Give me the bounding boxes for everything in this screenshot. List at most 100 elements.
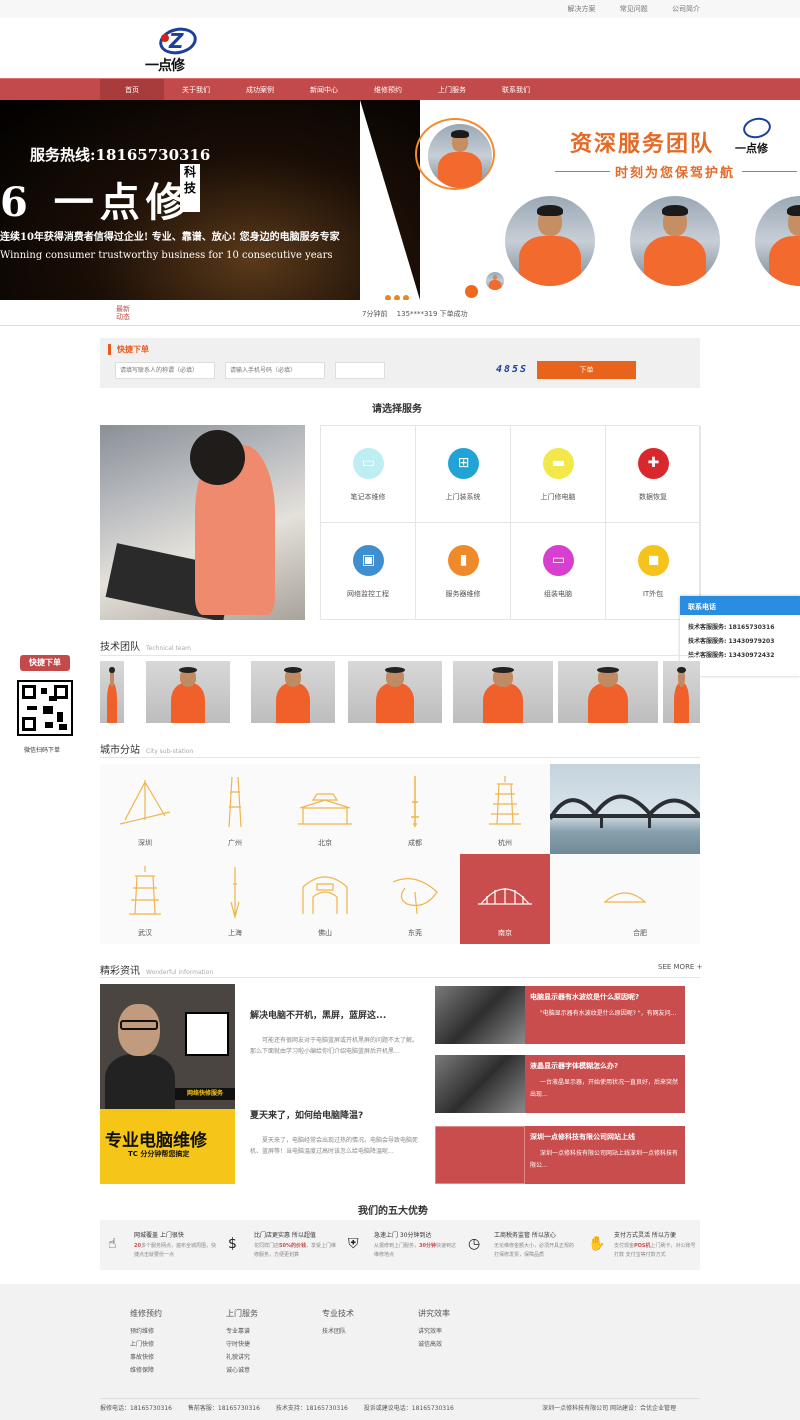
city-item[interactable]: 武汉 bbox=[100, 854, 190, 944]
footer-link[interactable]: 礼貌讲究 bbox=[226, 1352, 258, 1361]
top-link[interactable]: 公司简介 bbox=[672, 5, 700, 13]
city-item[interactable]: 上海 bbox=[190, 854, 280, 944]
footer-phone: 售前客服：18165730316 bbox=[187, 1405, 260, 1412]
article-title[interactable]: 解决电脑不开机，黑屏，蓝屏这... bbox=[250, 1008, 420, 1021]
captcha-image[interactable]: 485S bbox=[496, 364, 528, 375]
top-link[interactable]: 解决方案 bbox=[568, 5, 596, 13]
team-member-photo[interactable] bbox=[100, 661, 124, 723]
footer-column-title: 维修预约 bbox=[130, 1309, 162, 1318]
repair-advert[interactable]: 网络快修服务 专业电脑维修 TC 分分钟帮您搞定 bbox=[100, 984, 235, 1184]
side-quick-order-badge[interactable]: 快捷下单 bbox=[20, 655, 70, 671]
footer-link[interactable]: 事故快修 bbox=[130, 1352, 162, 1361]
advantage-title: 工商税务监管 所以放心 bbox=[494, 1232, 556, 1239]
top-link[interactable]: 常见问题 bbox=[620, 5, 648, 13]
city-item[interactable]: 合肥 bbox=[580, 854, 700, 944]
city-item[interactable]: 佛山 bbox=[280, 854, 370, 944]
nav-item-cases[interactable]: 成功案例 bbox=[228, 79, 292, 101]
city-item[interactable]: 深圳 bbox=[100, 764, 190, 854]
team-member-photo[interactable] bbox=[663, 661, 700, 723]
hero-banner[interactable]: 服务热线:18165730316 6 一点修 科技 连续10年获得消费者信得过企… bbox=[0, 100, 800, 300]
news-article[interactable]: 解决电脑不开机，黑屏，蓝屏这... 可能还有很网友对于电脑蓝屏或开机黑屏的问题不… bbox=[250, 1008, 420, 1057]
monitor-icon: ▣ bbox=[353, 545, 384, 576]
nav-item-contact[interactable]: 联系我们 bbox=[484, 79, 548, 101]
see-more-link[interactable]: SEE MORE + bbox=[658, 963, 702, 971]
nav-item-news[interactable]: 新闻中心 bbox=[292, 79, 356, 101]
footer-phone: 技术支持：18165730316 bbox=[275, 1405, 348, 1412]
quick-order-form: 快捷下单 485S 下单 bbox=[100, 338, 700, 388]
city-landmark-icon bbox=[129, 866, 161, 915]
footer-link[interactable]: 守时快捷 bbox=[226, 1339, 258, 1348]
advantage-title: 急速上门 30分钟到达 bbox=[374, 1232, 432, 1239]
nav-item-home[interactable]: 首页 bbox=[100, 79, 164, 101]
footer-column: 专业技术 技术团队 bbox=[322, 1308, 354, 1339]
banner-logo: 一点修 bbox=[735, 115, 780, 156]
city-item[interactable]: 杭州 bbox=[460, 764, 550, 854]
team-member-photo[interactable] bbox=[558, 661, 658, 723]
team-member-photo[interactable] bbox=[251, 661, 335, 723]
header: Z 一点修 bbox=[0, 18, 800, 78]
banner-cut bbox=[360, 100, 420, 300]
footer-link[interactable]: 专业靠谱 bbox=[226, 1326, 258, 1335]
service-item[interactable]: ▬ 上门修电脑 bbox=[511, 426, 606, 523]
footer-link[interactable]: 技术团队 bbox=[322, 1326, 354, 1335]
news-card[interactable]: 电脑显示器有水波纹是什么原因呢? "电脑显示器有水波纹是什么原因呢? "，有网友… bbox=[435, 986, 685, 1044]
service-item[interactable]: ▮ 服务器维修 bbox=[416, 523, 511, 620]
footer-link[interactable]: 上门快修 bbox=[130, 1339, 162, 1348]
footer-link[interactable]: 讲究效率 bbox=[418, 1326, 450, 1335]
banner-dots[interactable] bbox=[385, 286, 412, 300]
captcha-input[interactable] bbox=[335, 362, 385, 379]
city-item[interactable]: 北京 bbox=[280, 764, 370, 854]
logo-z: Z bbox=[169, 29, 184, 53]
pay-icon: ✋ bbox=[588, 1236, 606, 1252]
city-label: 杭州 bbox=[498, 839, 512, 847]
news-card[interactable]: 液晶显示器字体模糊怎么办? 一台液晶显示器，开始使用状况一直良好，后来突然出现.… bbox=[435, 1055, 685, 1113]
contact-phone[interactable]: 技术客服服务: 18165730316 bbox=[680, 621, 800, 635]
footer-link[interactable]: 预约维修 bbox=[130, 1326, 162, 1335]
news-card-title[interactable]: 液晶显示器字体模糊怎么办? bbox=[530, 1061, 680, 1071]
team-member-photo[interactable] bbox=[146, 661, 230, 723]
nav-item-about[interactable]: 关于我们 bbox=[164, 79, 228, 101]
service-item[interactable]: ▭ 组装电脑 bbox=[511, 523, 606, 620]
city-item[interactable]: 广州 bbox=[190, 764, 280, 854]
service-item[interactable]: ✚ 数据恢复 bbox=[606, 426, 701, 523]
site-logo[interactable]: Z 一点修 bbox=[145, 24, 201, 74]
footer-link[interactable]: 维修保障 bbox=[130, 1365, 162, 1374]
article-title[interactable]: 夏天来了，如何给电脑降温? bbox=[250, 1108, 420, 1121]
phone-input[interactable] bbox=[225, 362, 325, 379]
nav-item-booking[interactable]: 维修预约 bbox=[356, 79, 420, 101]
banner-brand: 6 一点修 bbox=[0, 179, 192, 226]
team-member-photo[interactable] bbox=[348, 661, 442, 723]
banner-rule bbox=[555, 171, 610, 172]
name-input[interactable] bbox=[115, 362, 215, 379]
news-card-summary: 深圳一点修科技有限公司网站上线深圳一点修科技有限公... bbox=[530, 1150, 679, 1169]
technician-photo bbox=[100, 425, 305, 620]
submit-order-button[interactable]: 下单 bbox=[537, 361, 636, 379]
news-article[interactable]: 夏天来了，如何给电脑降温? 夏天来了，电脑经常会出现过热的情况。电脑会导致电脑死… bbox=[250, 1108, 420, 1157]
footer-phone: 投诉或建议电话：18165730316 bbox=[363, 1405, 454, 1412]
team-photo bbox=[505, 196, 595, 286]
news-card-title[interactable]: 电脑显示器有水波纹是什么原因呢? bbox=[530, 992, 680, 1002]
service-item[interactable]: ⊞ 上门装系统 bbox=[416, 426, 511, 523]
contact-phone[interactable]: 技术客服服务: 13430979203 bbox=[680, 635, 800, 649]
top-links: 解决方案 常见问题 公司简介 bbox=[546, 4, 700, 14]
footer-link[interactable]: 诚心诚意 bbox=[226, 1365, 258, 1374]
team-member-photo[interactable] bbox=[453, 661, 553, 723]
advert-qr-code bbox=[185, 1012, 229, 1056]
latest-news-message[interactable]: 7分钟前 135****319 下单成功 bbox=[362, 309, 468, 319]
footer-link[interactable]: 诚信高效 bbox=[418, 1339, 450, 1348]
laptop-icon: ▭ bbox=[353, 448, 384, 479]
news-heading: 精彩资讯 Wonderful information bbox=[100, 966, 214, 977]
city-item[interactable]: 成都 bbox=[370, 764, 460, 854]
service-item[interactable]: ▭ 笔记本维修 bbox=[321, 426, 416, 523]
advantage-item: ⛨ 急速上门 30分钟到达 从报修到上门服务，30分钟快速到达维修地点 bbox=[340, 1220, 460, 1270]
windows-icon: ⊞ bbox=[448, 448, 479, 479]
news-card[interactable]: 深圳一点修科技有限公司网站上线 深圳一点修科技有限公司网站上线深圳一点修科技有限… bbox=[435, 1126, 685, 1184]
news-card-title[interactable]: 深圳一点修科技有限公司网站上线 bbox=[530, 1132, 680, 1142]
city-item[interactable]: 南京 bbox=[460, 854, 550, 944]
service-item[interactable]: ▣ 网络监控工程 bbox=[321, 523, 416, 620]
city-item[interactable]: 东莞 bbox=[370, 854, 460, 944]
team-heading: 技术团队 Technical team bbox=[100, 642, 192, 653]
service-label: 笔记本维修 bbox=[350, 493, 386, 501]
service-label: 数据恢复 bbox=[639, 493, 667, 501]
nav-item-onsite[interactable]: 上门服务 bbox=[420, 79, 484, 101]
